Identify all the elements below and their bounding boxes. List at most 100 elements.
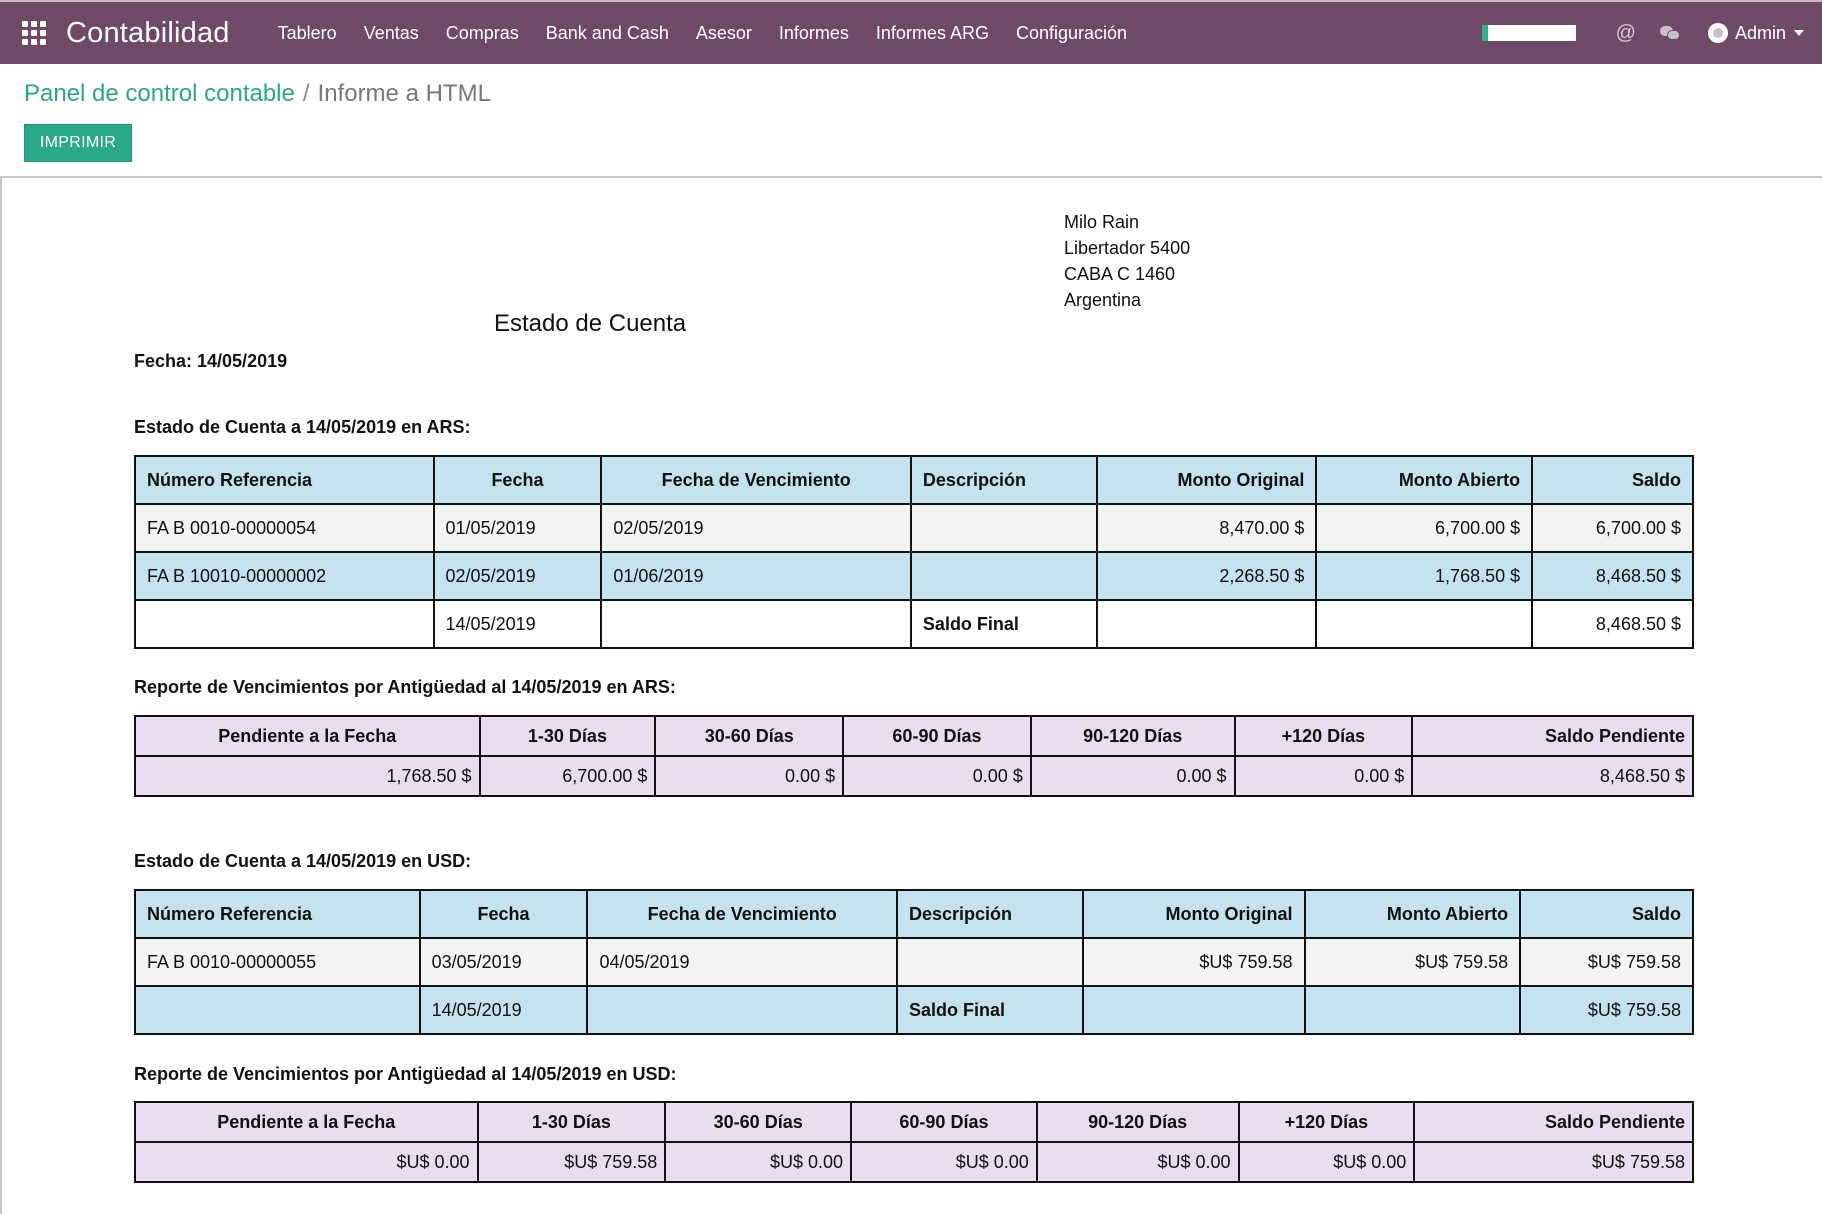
menu-item-bank-and-cash[interactable]: Bank and Cash xyxy=(546,23,669,44)
cell-balance: 8,468.50 $ xyxy=(1531,551,1694,601)
cell-date: 03/05/2019 xyxy=(418,937,589,987)
cell-due-date xyxy=(586,985,898,1035)
mentions-icon[interactable]: @ xyxy=(1616,22,1636,45)
menu-item-configuracion[interactable]: Configuración xyxy=(1016,23,1127,44)
aging-value-pending: 1,768.50 $ xyxy=(134,755,481,797)
col-header-reference: Número Referencia xyxy=(134,889,421,939)
ars-statement-title: Estado de Cuenta a 14/05/2019 en ARS: xyxy=(134,417,471,437)
aging-header-balance: Saldo Pendiente xyxy=(1411,715,1694,757)
cell-final-balance: $U$ 759.58 xyxy=(1519,985,1694,1035)
aging-header-90-120: 90-120 Días xyxy=(1035,1101,1240,1143)
aging-value-60-90: $U$ 0.00 xyxy=(850,1141,1038,1183)
aging-header-90-120: 90-120 Días xyxy=(1029,715,1236,757)
table-total-row: 14/05/2019 Saldo Final 8,468.50 $ xyxy=(134,599,1694,649)
col-header-original-amount: Monto Original xyxy=(1095,455,1318,505)
menu-item-tablero[interactable]: Tablero xyxy=(278,23,337,44)
table-row: FA B 0010-00000054 01/05/2019 02/05/2019… xyxy=(134,503,1694,553)
cell-final-balance: 8,468.50 $ xyxy=(1531,599,1694,649)
aging-header-balance: Saldo Pendiente xyxy=(1413,1101,1694,1143)
breadcrumb-parent-link[interactable]: Panel de control contable xyxy=(24,80,295,108)
breadcrumb: Panel de control contable / Informe a HT… xyxy=(24,80,491,108)
col-header-date: Fecha xyxy=(432,455,603,505)
cell-reference: FA B 0010-00000055 xyxy=(134,937,421,987)
cell-final-balance-label: Saldo Final xyxy=(895,985,1084,1035)
aging-header-1-30: 1-30 Días xyxy=(476,1101,667,1143)
table-header-row: Número Referencia Fecha Fecha de Vencimi… xyxy=(134,889,1694,939)
col-header-balance: Saldo xyxy=(1531,455,1694,505)
aging-value-1-30: 6,700.00 $ xyxy=(478,755,657,797)
apps-grid-icon[interactable] xyxy=(22,21,46,45)
aging-values-row: 1,768.50 $ 6,700.00 $ 0.00 $ 0.00 $ 0.00… xyxy=(134,755,1694,797)
report-date: Fecha: 14/05/2019 xyxy=(134,351,288,371)
cell-balance: 6,700.00 $ xyxy=(1531,503,1694,553)
aging-value-balance: $U$ 759.58 xyxy=(1413,1141,1694,1183)
cell-reference xyxy=(134,985,421,1035)
top-navbar: Contabilidad Tablero Ventas Compras Bank… xyxy=(0,0,1822,64)
cell-due-date: 02/05/2019 xyxy=(600,503,912,553)
breadcrumb-current: Informe a HTML xyxy=(317,80,491,107)
main-menu: Tablero Ventas Compras Bank and Cash Ase… xyxy=(278,23,1154,44)
menu-item-asesor[interactable]: Asesor xyxy=(696,23,752,44)
col-header-open-amount: Monto Abierto xyxy=(1315,455,1534,505)
aging-header-30-60: 30-60 Días xyxy=(664,1101,853,1143)
cell-date: 14/05/2019 xyxy=(432,599,603,649)
progress-bar[interactable] xyxy=(1481,25,1576,41)
aging-header-row: Pendiente a la Fecha 1-30 Días 30-60 Día… xyxy=(134,715,1694,757)
cell-description xyxy=(909,503,1098,553)
cell-open-amount: 6,700.00 $ xyxy=(1315,503,1534,553)
cell-open-amount xyxy=(1303,985,1522,1035)
aging-header-pending: Pendiente a la Fecha xyxy=(134,1101,479,1143)
menu-item-informes[interactable]: Informes xyxy=(779,23,849,44)
chevron-down-icon[interactable] xyxy=(1794,30,1804,36)
address-line-street: Libertador 5400 xyxy=(1064,238,1191,258)
chat-icon[interactable] xyxy=(1659,26,1680,40)
aging-value-60-90: 0.00 $ xyxy=(842,755,1032,797)
user-avatar[interactable] xyxy=(1707,23,1728,43)
cell-date: 14/05/2019 xyxy=(418,985,589,1035)
ars-aging-title: Reporte de Vencimientos por Antigüedad a… xyxy=(134,677,676,697)
menu-item-informes-arg[interactable]: Informes ARG xyxy=(876,23,989,44)
col-header-description: Descripción xyxy=(909,455,1098,505)
menu-item-compras[interactable]: Compras xyxy=(446,23,519,44)
cell-open-amount: $U$ 759.58 xyxy=(1303,937,1522,987)
user-menu[interactable]: Admin xyxy=(1735,23,1786,44)
content-left-border xyxy=(0,178,2,1214)
table-row: FA B 10010-00000002 02/05/2019 01/06/201… xyxy=(134,551,1694,601)
col-header-reference: Número Referencia xyxy=(134,455,435,505)
aging-header-pending: Pendiente a la Fecha xyxy=(134,715,481,757)
usd-statement-table: Número Referencia Fecha Fecha de Vencimi… xyxy=(134,889,1694,1035)
aging-value-120-plus: 0.00 $ xyxy=(1233,755,1414,797)
aging-value-balance: 8,468.50 $ xyxy=(1411,755,1694,797)
address-line-city: CABA C 1460 xyxy=(1064,264,1176,284)
usd-statement-title: Estado de Cuenta a 14/05/2019 en USD: xyxy=(134,851,472,871)
aging-values-row: $U$ 0.00 $U$ 759.58 $U$ 0.00 $U$ 0.00 $U… xyxy=(134,1141,1694,1183)
menu-item-ventas[interactable]: Ventas xyxy=(364,23,419,44)
cell-date: 01/05/2019 xyxy=(432,503,603,553)
col-header-balance: Saldo xyxy=(1519,889,1694,939)
cell-reference xyxy=(134,599,435,649)
ars-aging-table: Pendiente a la Fecha 1-30 Días 30-60 Día… xyxy=(134,715,1694,797)
report-title: Estado de Cuenta xyxy=(494,310,687,337)
cell-original-amount xyxy=(1095,599,1318,649)
table-header-row: Número Referencia Fecha Fecha de Vencimi… xyxy=(134,455,1694,505)
cell-balance: $U$ 759.58 xyxy=(1519,937,1694,987)
col-header-original-amount: Monto Original xyxy=(1081,889,1306,939)
aging-value-pending: $U$ 0.00 xyxy=(134,1141,479,1183)
col-header-due-date: Fecha de Vencimiento xyxy=(600,455,912,505)
cell-due-date: 01/06/2019 xyxy=(600,551,912,601)
customer-address: Milo Rain Libertador 5400 CABA C 1460 Ar… xyxy=(1064,209,1190,313)
aging-value-1-30: $U$ 759.58 xyxy=(476,1141,667,1183)
control-panel-divider xyxy=(0,176,1822,178)
col-header-open-amount: Monto Abierto xyxy=(1303,889,1522,939)
progress-fill xyxy=(1481,25,1488,41)
cell-original-amount: 2,268.50 $ xyxy=(1095,551,1318,601)
cell-final-balance-label: Saldo Final xyxy=(909,599,1098,649)
aging-header-60-90: 60-90 Días xyxy=(842,715,1032,757)
aging-header-60-90: 60-90 Días xyxy=(850,1101,1038,1143)
cell-open-amount xyxy=(1315,599,1534,649)
print-button[interactable]: IMPRIMIR xyxy=(24,124,132,162)
cell-original-amount: 8,470.00 $ xyxy=(1095,503,1318,553)
aging-header-30-60: 30-60 Días xyxy=(654,715,845,757)
cell-due-date xyxy=(600,599,912,649)
aging-value-90-120: 0.00 $ xyxy=(1029,755,1236,797)
